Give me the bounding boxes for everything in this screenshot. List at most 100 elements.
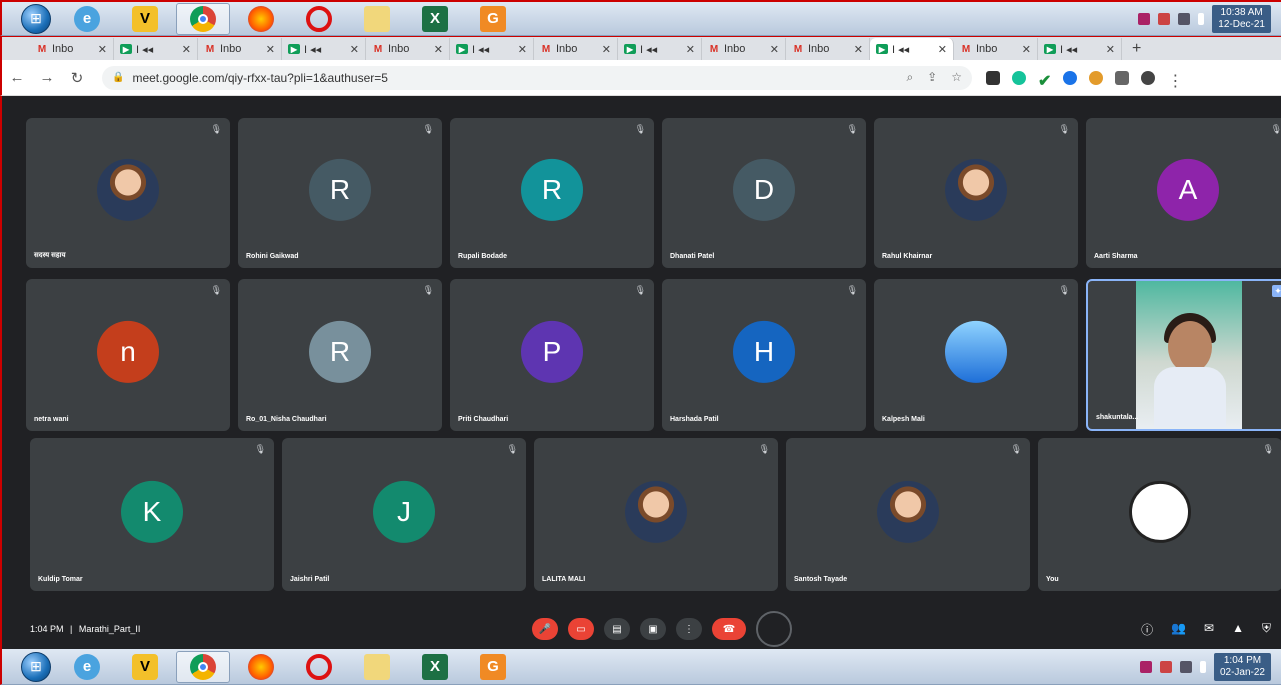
share-icon[interactable]: ⇪	[927, 70, 937, 85]
network-icon[interactable]	[1159, 660, 1172, 673]
participant-tile[interactable]: A 🎙 Aarti Sharma	[1086, 118, 1281, 268]
monitor-icon[interactable]	[1179, 660, 1192, 673]
extra-control-button[interactable]	[756, 611, 792, 647]
participant-tile[interactable]: n 🎙 netra wani	[26, 279, 230, 431]
tray-icon[interactable]	[1139, 660, 1152, 673]
participant-tile[interactable]: 🎙 Santosh Tayade	[786, 438, 1030, 591]
close-tab-icon[interactable]: ✕	[182, 43, 191, 56]
close-tab-icon[interactable]: ✕	[434, 43, 443, 56]
taskbar-firefox[interactable]	[234, 3, 288, 35]
taskbar-opera[interactable]	[292, 3, 346, 35]
back-icon[interactable]: ←	[2, 69, 32, 86]
network-icon[interactable]	[1158, 12, 1171, 25]
close-tab-icon[interactable]: ✕	[686, 43, 695, 56]
mic-off-button[interactable]: 🎤	[532, 618, 558, 640]
taskbar-firefox[interactable]	[234, 651, 288, 683]
browser-tab[interactable]: M Inbo ✕	[30, 38, 114, 60]
forward-icon[interactable]: →	[32, 69, 62, 86]
close-tab-icon[interactable]: ✕	[602, 43, 611, 56]
close-tab-icon[interactable]: ✕	[1106, 43, 1115, 56]
browser-tab[interactable]: M Inbo ✕	[702, 38, 786, 60]
taskbar-grammarly[interactable]: G	[466, 3, 520, 35]
participant-tile[interactable]: R 🎙 Rupali Bodade	[450, 118, 654, 268]
host-controls-icon[interactable]: ⛨	[1262, 621, 1271, 638]
browser-tab[interactable]: ▶ I ◂◂ ✕	[450, 38, 534, 60]
chat-icon[interactable]: ✉	[1204, 621, 1214, 638]
browser-tab[interactable]: ▶ I ◂◂ ✕	[1038, 38, 1122, 60]
clock[interactable]: 1:04 PM 02-Jan-22	[1213, 652, 1271, 681]
url-field[interactable]: 🔒 meet.google.com/qiy-rfxx-tau?pli=1&aut…	[102, 65, 972, 90]
close-tab-icon[interactable]: ✕	[1022, 43, 1031, 56]
taskbar-shield[interactable]: V	[118, 651, 172, 683]
browser-tab[interactable]: M Inbo ✕	[534, 38, 618, 60]
participant-tile[interactable]: ✦ shakuntala...	[1086, 279, 1281, 431]
browser-tab[interactable]: ▶ I ◂◂ ✕	[870, 38, 954, 60]
participant-tile[interactable]: 🎙 LALITA MALI	[534, 438, 778, 591]
menu-icon[interactable]: ⋮	[1167, 71, 1183, 90]
taskbar-explorer[interactable]: e	[60, 3, 114, 35]
more-options-button[interactable]: ⋮	[676, 618, 702, 640]
taskbar-chrome[interactable]	[176, 650, 230, 683]
people-icon[interactable]: 👥	[1171, 621, 1186, 638]
puzzle-icon[interactable]	[1115, 70, 1130, 85]
present-button[interactable]: ▣	[640, 618, 666, 640]
camera-off-button[interactable]: ▭	[568, 618, 594, 640]
taskbar-folder[interactable]	[350, 3, 404, 35]
browser-tab[interactable]: ▶ I ◂◂ ✕	[618, 38, 702, 60]
browser-tab[interactable]: M Inbo ✕	[786, 38, 870, 60]
bookmark-star-icon[interactable]: ☆	[951, 70, 962, 85]
close-tab-icon[interactable]: ✕	[98, 43, 107, 56]
pin-icon[interactable]: ✦	[1272, 285, 1281, 297]
start-button-bottom[interactable]: ⊞	[16, 651, 56, 683]
grammarly-icon[interactable]	[1012, 70, 1026, 85]
browser-tab[interactable]: ▶ I ◂◂ ✕	[282, 38, 366, 60]
cookie-icon[interactable]	[1089, 70, 1104, 85]
participant-tile[interactable]: R 🎙 Rohini Gaikwad	[238, 118, 442, 268]
taskbar-explorer[interactable]: e	[60, 651, 114, 683]
close-tab-icon[interactable]: ✕	[266, 43, 275, 56]
close-tab-icon[interactable]: ✕	[350, 43, 359, 56]
participant-tile[interactable]: 🎙 सदस्य सहाय	[26, 118, 230, 268]
participant-tile[interactable]: K 🎙 Kuldip Tomar	[30, 438, 274, 591]
extension-icon[interactable]	[986, 70, 1000, 85]
browser-tab[interactable]: M Inbo ✕	[366, 38, 450, 60]
tray-icon[interactable]	[1138, 12, 1151, 25]
zoom-icon[interactable]: ⌕	[906, 70, 913, 85]
taskbar-chrome[interactable]	[176, 2, 230, 35]
volume-icon[interactable]	[1199, 660, 1206, 673]
close-tab-icon[interactable]: ✕	[770, 43, 779, 56]
monitor-icon[interactable]	[1178, 12, 1191, 25]
taskbar-excel[interactable]: X	[408, 3, 462, 35]
browser-tab[interactable]: M Inbo ✕	[954, 38, 1038, 60]
taskbar-opera[interactable]	[292, 651, 346, 683]
start-button[interactable]: ⊞	[16, 3, 56, 35]
participant-tile[interactable]: P 🎙 Priti Chaudhari	[450, 279, 654, 431]
taskbar-shield[interactable]: V	[118, 3, 172, 35]
browser-tab[interactable]: M Inbo ✕	[198, 38, 282, 60]
globe-icon[interactable]	[1063, 70, 1078, 85]
close-tab-icon[interactable]: ✕	[518, 43, 527, 56]
reload-icon[interactable]: ↻	[62, 69, 92, 87]
new-tab-button[interactable]: +	[1122, 38, 1151, 60]
participant-tile[interactable]: D 🎙 Dhanati Patel	[662, 118, 866, 268]
leave-call-button[interactable]: ☎	[712, 618, 746, 640]
info-icon[interactable]: ⓘ	[1141, 621, 1153, 638]
captions-button[interactable]: ▤	[604, 618, 630, 640]
participant-tile[interactable]: R 🎙 Ro_01_Nisha Chaudhari	[238, 279, 442, 431]
clock[interactable]: 10:38 AM 12-Dec-21	[1212, 4, 1271, 33]
taskbar-folder[interactable]	[350, 651, 404, 683]
checkmark-icon[interactable]: ✔	[1038, 71, 1051, 90]
close-tab-icon[interactable]: ✕	[938, 43, 947, 56]
participant-tile[interactable]: J 🎙 Jaishri Patil	[282, 438, 526, 591]
activities-icon[interactable]: ▲	[1232, 621, 1244, 638]
participant-tile[interactable]: H 🎙 Harshada Patil	[662, 279, 866, 431]
profile-icon[interactable]	[1141, 70, 1156, 85]
taskbar-grammarly[interactable]: G	[466, 651, 520, 683]
browser-tab[interactable]: ▶ I ◂◂ ✕	[114, 38, 198, 60]
participant-tile[interactable]: 🎙 You	[1038, 438, 1281, 591]
participant-tile[interactable]: 🎙 Rahul Khairnar	[874, 118, 1078, 268]
taskbar-excel[interactable]: X	[408, 651, 462, 683]
close-tab-icon[interactable]: ✕	[854, 43, 863, 56]
volume-icon[interactable]	[1198, 12, 1205, 25]
participant-tile[interactable]: 🎙 Kalpesh Mali	[874, 279, 1078, 431]
